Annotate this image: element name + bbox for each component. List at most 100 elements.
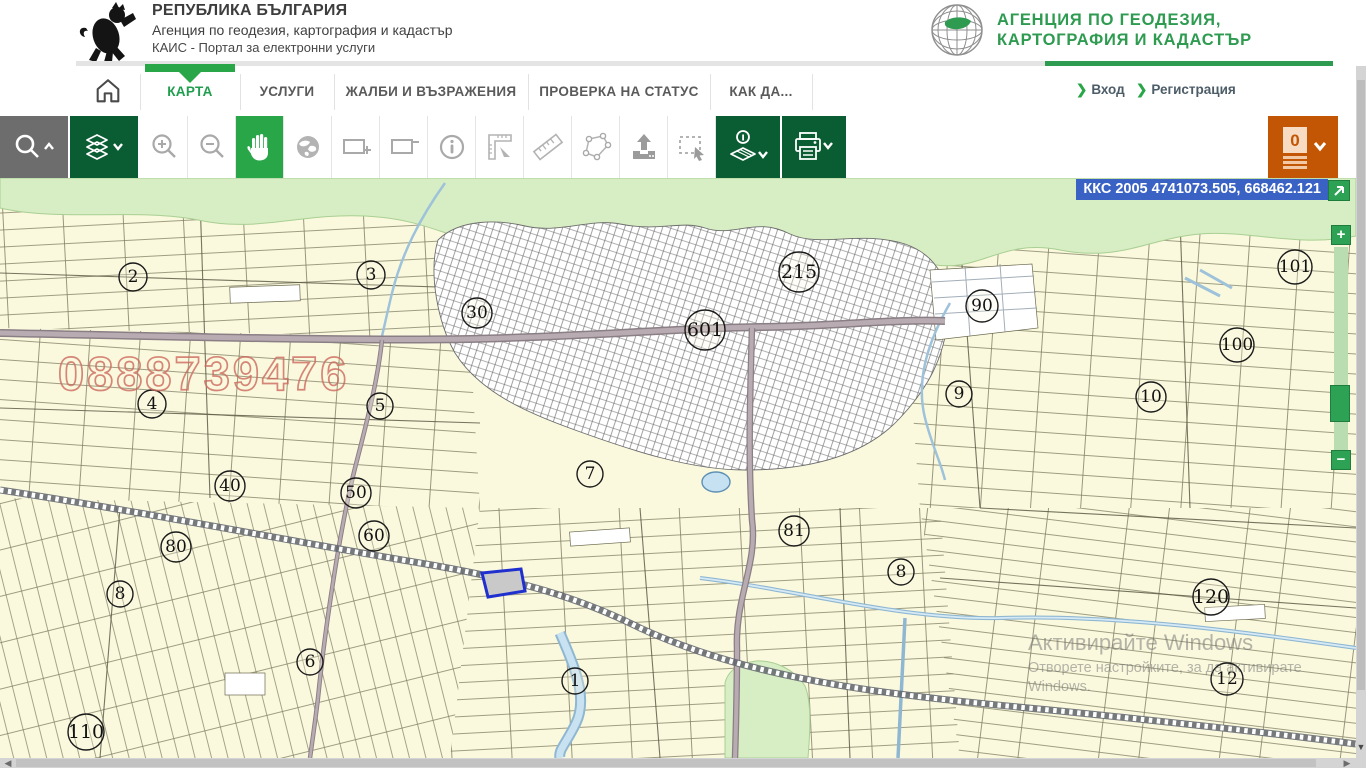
svg-text:8: 8 <box>896 562 907 582</box>
phone-watermark: 0888739476 <box>58 347 349 400</box>
svg-text:10: 10 <box>1140 387 1162 407</box>
agency-subtitle: Агенция по геодезия, картография и кадас… <box>152 22 453 38</box>
map-toolbar: 0 <box>0 116 1356 179</box>
chevron-up-icon <box>45 144 53 149</box>
identify-button[interactable] <box>428 116 476 178</box>
svg-text:100: 100 <box>1221 335 1253 355</box>
counter-value: 0 <box>1290 131 1299 150</box>
select-region-icon <box>675 131 709 163</box>
pond <box>702 472 730 492</box>
svg-text:601: 601 <box>687 319 723 341</box>
selected-objects-button[interactable]: 0 <box>1268 116 1338 178</box>
selected-parcel[interactable] <box>482 569 525 597</box>
svg-text:120: 120 <box>1193 586 1229 608</box>
svg-text:6: 6 <box>305 652 316 672</box>
republic-title: РЕПУБЛИКА БЪЛГАРИЯ <box>152 2 453 20</box>
zoom-rect-in-button[interactable] <box>332 116 380 178</box>
svg-text:8: 8 <box>115 584 126 604</box>
scroll-down-arrow[interactable]: ▼ <box>1356 740 1366 754</box>
home-button[interactable] <box>82 70 134 112</box>
svg-text:Отворете настройките, за да ак: Отворете настройките, за да активирате <box>1028 660 1302 676</box>
svg-text:50: 50 <box>345 483 367 503</box>
login-link[interactable]: ❯Вход <box>1076 82 1125 98</box>
upload-icon <box>628 131 660 163</box>
svg-text:90: 90 <box>971 296 993 316</box>
svg-text:9: 9 <box>954 384 965 404</box>
coordinate-readout: ККС 2005 4741073.505, 668462.121 <box>1076 179 1328 200</box>
home-icon <box>93 76 123 106</box>
measure-area-button[interactable] <box>476 116 524 178</box>
svg-text:40: 40 <box>219 476 241 496</box>
svg-text:110: 110 <box>68 721 104 743</box>
zoom-out-icon <box>197 132 227 162</box>
zoom-slider-handle[interactable] <box>1330 385 1350 422</box>
diagonal-arrow-icon <box>1333 185 1345 197</box>
upload-button[interactable] <box>620 116 668 178</box>
search-icon <box>11 132 57 162</box>
svg-text:Активирайте Windows: Активирайте Windows <box>1028 630 1253 655</box>
zoom-rect-out-button[interactable] <box>380 116 428 178</box>
register-link[interactable]: ❯Регистрация <box>1136 82 1236 98</box>
svg-text:1: 1 <box>570 671 581 691</box>
svg-text:60: 60 <box>363 526 385 546</box>
layers-menu-button[interactable] <box>70 116 140 178</box>
cadastral-map[interactable]: 2330215601901011004591040507608188081206… <box>0 178 1356 758</box>
chevron-down-icon <box>824 143 832 148</box>
map-zoom-out-button[interactable]: − <box>1331 450 1351 470</box>
printer-icon <box>791 130 837 164</box>
rectangle-plus-icon <box>340 132 372 162</box>
tab-karta[interactable]: КАРТА <box>145 66 235 116</box>
zoom-in-button[interactable] <box>140 116 188 178</box>
nav-separator <box>140 74 141 110</box>
svg-text:3: 3 <box>366 265 377 285</box>
chevron-down-icon <box>1315 143 1325 149</box>
measure-area-icon <box>484 131 516 163</box>
select-region-button[interactable] <box>668 116 716 178</box>
pan-tool-button[interactable] <box>236 116 284 178</box>
svg-text:7: 7 <box>585 464 596 484</box>
globe-logo-icon <box>925 0 989 60</box>
coat-of-arms-lion <box>76 2 138 62</box>
nav-separator <box>812 74 813 110</box>
selected-objects-counter-icon: 0 <box>1277 125 1329 169</box>
zoom-in-icon <box>149 132 179 162</box>
scroll-right-arrow[interactable]: ▶ <box>1340 758 1354 768</box>
svg-text:215: 215 <box>781 261 817 283</box>
info-layers-button[interactable] <box>716 116 782 178</box>
layers-icon <box>81 130 127 164</box>
measure-distance-button[interactable] <box>524 116 572 178</box>
tab-zhalbi[interactable]: ЖАЛБИ И ВЪЗРАЖЕНИЯ <box>335 66 527 116</box>
chevron-right-icon: ❯ <box>1076 82 1087 97</box>
draw-polygon-button[interactable] <box>572 116 620 178</box>
svg-text:101: 101 <box>1279 257 1311 277</box>
tab-proverka[interactable]: ПРОВЕРКА НА СТАТУС <box>529 66 709 116</box>
info-layers-icon <box>725 128 771 166</box>
vertical-scrollbar-handle[interactable] <box>1357 80 1365 690</box>
logo-line1: АГЕНЦИЯ ПО ГЕОДЕЗИЯ, <box>997 10 1252 30</box>
chevron-down-icon <box>759 152 767 157</box>
scroll-left-arrow[interactable]: ◀ <box>1 758 15 768</box>
world-extent-button[interactable] <box>284 116 332 178</box>
logo-line2: КАРТОГРАФИЯ И КАДАСТЪР <box>997 30 1252 50</box>
hand-pan-icon <box>245 131 275 163</box>
tab-kak-da[interactable]: КАК ДА... <box>711 66 811 116</box>
header: РЕПУБЛИКА БЪЛГАРИЯ Агенция по геодезия, … <box>0 0 1366 68</box>
svg-text:5: 5 <box>375 396 386 416</box>
zoom-out-button[interactable] <box>188 116 236 178</box>
svg-text:80: 80 <box>165 537 187 557</box>
map-viewport[interactable]: 2330215601901011004591040507608188081206… <box>0 178 1356 758</box>
portal-subtitle: КАИС - Портал за електронни услуги <box>152 40 453 55</box>
tab-uslugi[interactable]: УСЛУГИ <box>241 66 333 116</box>
coordinates-expand-button[interactable] <box>1328 180 1350 201</box>
main-navigation: КАРТА УСЛУГИ ЖАЛБИ И ВЪЗРАЖЕНИЯ ПРОВЕРКА… <box>0 66 1356 119</box>
chevron-down-icon <box>114 144 122 149</box>
info-icon <box>437 132 467 162</box>
print-button[interactable] <box>782 116 848 178</box>
search-tool-button[interactable] <box>0 116 70 178</box>
svg-text:81: 81 <box>783 521 805 541</box>
svg-text:2: 2 <box>128 267 139 287</box>
map-zoom-in-button[interactable]: + <box>1331 225 1351 245</box>
agency-logo: АГЕНЦИЯ ПО ГЕОДЕЗИЯ, КАРТОГРАФИЯ И КАДАС… <box>925 0 1252 60</box>
ruler-icon <box>531 131 565 163</box>
horizontal-scrollbar-handle[interactable] <box>16 759 1316 767</box>
